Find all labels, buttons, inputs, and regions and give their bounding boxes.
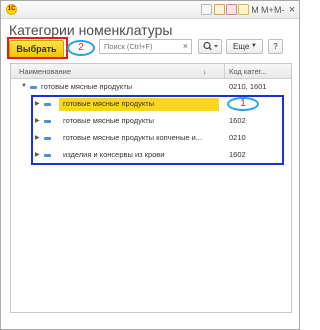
title-bar: 1С M M+ M- × [1,1,299,19]
document-icon[interactable] [201,4,212,15]
memory-m-button[interactable]: M [250,4,260,16]
search-box[interactable]: × [99,39,192,54]
column-divider[interactable] [224,64,225,79]
bookmark-icon[interactable] [238,4,249,15]
collapse-arrow-icon[interactable]: ▼ [21,83,27,89]
sort-arrow-icon: ↓ [203,67,207,76]
more-actions-label: Еще [233,42,250,51]
clear-search-icon[interactable]: × [183,41,188,52]
chevron-down-icon: ▼ [251,43,257,49]
annotation-marker-1: 1 [227,97,259,111]
more-actions-button[interactable]: Еще ▼ [226,39,263,54]
select-button-highlight [7,37,68,59]
close-icon[interactable]: × [287,4,297,16]
dialog-window: 1С M M+ M- × Категории номенклатуры Выбр… [0,0,300,330]
annotation-marker-2: 2 [67,40,95,56]
memory-plus-button[interactable]: M+ [261,4,274,16]
search-icon [203,41,218,51]
table-header: Наименование ↓ Код катег... [11,64,291,79]
row-code: 0210, 1601 [229,82,267,91]
group-icon [30,86,37,89]
column-header-name[interactable]: Наименование [19,67,71,76]
favorite-icon[interactable] [226,4,237,15]
help-button[interactable]: ? [268,39,283,54]
search-input[interactable] [100,40,178,53]
column-header-code[interactable]: Код катег... [229,67,267,76]
link-icon[interactable] [214,4,225,15]
search-button[interactable] [198,39,222,54]
memory-minus-button[interactable]: M- [274,4,285,16]
app-logo-icon: 1С [6,4,17,15]
table-row[interactable]: ▼ готовые мясные продукты 0210, 1601 [11,80,291,95]
row-name: готовые мясные продукты [41,82,133,91]
page-title: Категории номенклатуры [9,22,173,38]
